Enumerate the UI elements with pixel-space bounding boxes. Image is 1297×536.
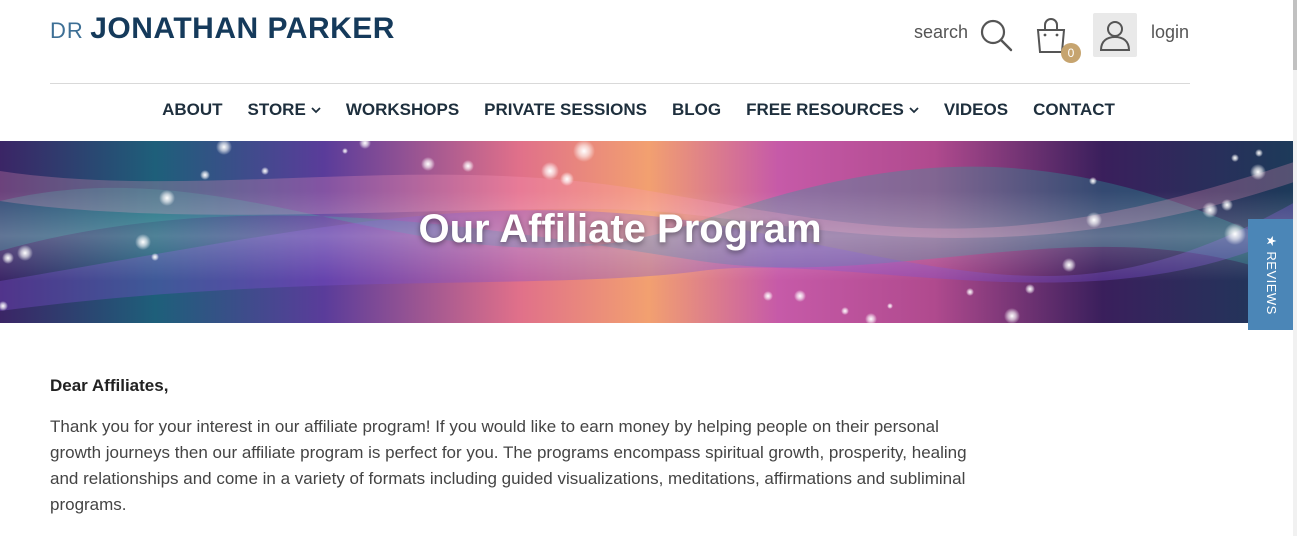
nav-item-label: CONTACT [1033,100,1115,119]
account-button[interactable] [1093,13,1137,57]
nav-item-workshops[interactable]: WORKSHOPS [346,100,459,120]
header-divider [50,83,1190,84]
intro-paragraph: Thank you for your interest in our affil… [50,417,967,514]
page-scrollbar[interactable] [1293,0,1297,536]
scrollbar-thumb[interactable] [1293,0,1297,70]
nav-item-label: ABOUT [162,100,223,119]
nav-item-private-sessions[interactable]: PRIVATE SESSIONS [484,100,647,120]
chevron-down-icon [311,107,321,114]
nav-item-label: BLOG [671,100,722,119]
search-icon[interactable] [978,17,1014,53]
nav-item-contact[interactable]: CONTACT [1033,100,1115,120]
reviews-tab-label: ★ REVIEWS [1264,234,1280,315]
site-header: DR JONATHAN PARKER search 0 login ABOUT … [0,0,1297,141]
logo-prefix: DR [50,18,84,43]
nav-item-free-resources[interactable]: FREE RESOURCES [746,100,919,120]
page-title: Our Affiliate Program [418,207,822,251]
nav-item-label: VIDEOS [943,100,1009,119]
reviews-tab[interactable]: ★ REVIEWS [1248,219,1294,330]
chevron-down-icon [909,107,919,114]
nav-item-label: WORKSHOPS [345,100,460,119]
main-content: Dear Affiliates, Thank you for your inte… [50,376,970,518]
search-label[interactable]: search [914,22,968,43]
nav-item-label: STORE [247,100,306,119]
logo-name: JONATHAN PARKER [90,12,395,45]
main-nav: ABOUT STORE WORKSHOPS PRIVATE SESSIONS B… [0,100,1297,120]
cart-count-badge: 0 [1061,43,1081,63]
user-icon [1099,21,1131,51]
nav-item-videos[interactable]: VIDEOS [944,100,1008,120]
site-logo[interactable]: DR JONATHAN PARKER [50,12,395,46]
hero-banner: Our Affiliate Program [0,141,1297,323]
nav-item-label: FREE RESOURCES [746,100,904,119]
nav-item-store[interactable]: STORE [248,100,321,120]
nav-item-about[interactable]: ABOUT [162,100,222,120]
nav-item-label: PRIVATE SESSIONS [484,100,647,119]
nav-item-blog[interactable]: BLOG [672,100,721,120]
login-link[interactable]: login [1151,22,1189,43]
greeting-heading: Dear Affiliates, [50,376,169,395]
